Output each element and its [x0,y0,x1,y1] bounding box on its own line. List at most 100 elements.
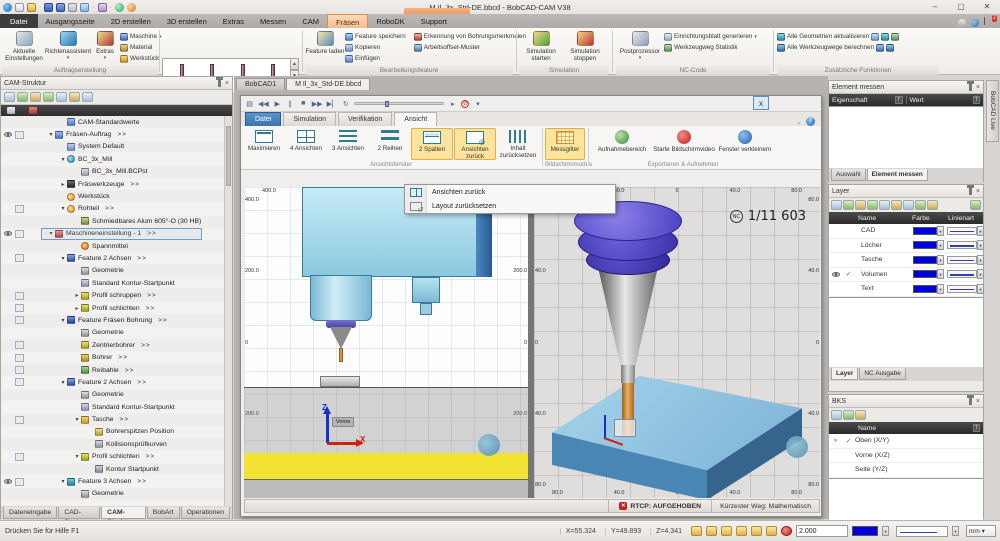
color-dropdown-arrow[interactable]: ▾ [937,226,944,236]
layer-row[interactable]: Text ▾ ▾ [829,282,983,297]
tree-row[interactable]: ▾ Fräsen-Auftrag >> [1,128,232,140]
tree-row[interactable]: ▾ Profil schlichten >> [1,451,232,463]
scrollbar-thumb[interactable] [226,126,231,186]
werkstueck-button[interactable]: Werkstück [120,54,161,64]
messgitter-button[interactable]: Messgitter [545,128,585,160]
layer-tool-icon-2[interactable] [843,200,854,210]
state-gutter[interactable] [15,292,29,300]
expand-arrow[interactable]: ▸ [59,181,67,188]
color-dropdown-arrow[interactable]: ▾ [937,269,944,279]
tree-row[interactable]: Zentrierbohrer >> [1,339,232,351]
close-panel-icon[interactable]: × [225,80,229,87]
tree-row[interactable]: Geometrie [1,389,232,401]
pin-icon[interactable] [969,84,972,91]
tree-tool-icon-6[interactable] [69,92,80,102]
tree-row[interactable]: Schmiedbares Alum 605°-O (30 HB) [1,215,232,227]
layer-color-swatch[interactable] [913,241,937,249]
layer-color-swatch[interactable] [913,270,937,278]
expand-arrow[interactable]: ▾ [73,453,81,460]
bks-row[interactable]: Vorne (X/Z) [829,449,983,464]
sim-tab[interactable]: Ansicht [394,112,437,126]
color-dropdown-arrow[interactable]: ▾ [882,526,889,536]
layer-color-swatch[interactable] [913,285,937,293]
einrichtungsblatt-button[interactable]: Einrichtungsblatt generieren▾ [664,32,757,42]
postprozessor-button[interactable]: Postprozessor▾ [616,30,664,62]
tree-row[interactable]: Spannmittel [1,240,232,252]
panel-tab[interactable]: Layer [831,368,858,380]
color-dropdown-arrow[interactable]: ▾ [937,284,944,294]
more-icon[interactable]: ▾ [473,100,482,108]
filter-icon[interactable]: T [973,96,980,104]
front-viewport[interactable]: 400.0200.00200.0400.0 400.0200.00200.040… [244,187,528,498]
tree-item-more[interactable]: >> [147,230,157,237]
sim-close-button[interactable]: x [753,96,769,110]
tree-row[interactable]: ▾ Rohteil >> [1,203,232,215]
tree-item-more[interactable]: >> [120,416,130,423]
expand-arrow[interactable]: ▾ [59,317,67,324]
panel-tab[interactable]: Auswahl [831,169,866,181]
expand-arrow[interactable]: ▾ [59,478,67,485]
layer-tool-icon-6[interactable] [891,200,902,210]
play-icon[interactable]: ▶ [273,100,282,108]
online-status-icon[interactable] [971,19,979,27]
tree-item-more[interactable]: >> [125,367,135,374]
iso-viewport[interactable]: 80.040.0040.080.0 80.040.0040.080.0 80.0… [534,187,820,498]
ribbon-tab[interactable]: Support [413,14,455,28]
state-gutter[interactable] [15,205,29,213]
state-gutter[interactable] [15,316,29,324]
visibility-gutter[interactable] [1,479,15,484]
tree-item-more[interactable]: >> [158,317,168,324]
ribbon-tab[interactable]: CAM [294,14,327,28]
color-dropdown-arrow[interactable]: ▾ [937,255,944,265]
color-dropdown-arrow[interactable]: ▾ [937,240,944,250]
layer-row[interactable]: Tasche ▾ ▾ [829,253,983,268]
sim-tab[interactable]: Verifikation [338,112,392,126]
tree-row[interactable]: ▾ Feature 2 Achsen >> [1,252,232,264]
filter-icon[interactable]: T [973,424,980,432]
layer-eye-cell[interactable] [829,272,842,277]
tree-row[interactable]: CAM-Standardwerte [1,116,232,128]
panel-tab[interactable]: NC Ausgabe [859,368,906,380]
tree-item-more[interactable]: >> [137,255,147,262]
help-question-icon[interactable] [781,526,792,536]
tree-row[interactable]: ▾ Feature 2 Achsen >> [1,376,232,388]
layer-tool-icon-4[interactable] [867,200,878,210]
document-tab[interactable]: BobCAD1 [236,78,285,90]
expand-arrow[interactable]: ▾ [73,416,81,423]
simulation-starten-button[interactable]: Simulation starten [519,30,563,62]
state-gutter[interactable] [15,131,29,139]
skip-end-icon[interactable]: ▶▏ [327,100,338,108]
snap-icon-1[interactable] [691,526,702,536]
arbeitsoffset-button[interactable]: Arbeitsoffset-Muster [414,43,526,53]
ribbon-tab[interactable]: 3D erstellen [159,14,215,28]
ribbon-tab[interactable]: Ausgangsseite [38,14,103,28]
step-back-icon[interactable]: ◀◀ [258,100,269,108]
tree-tool-icon-3[interactable] [30,92,41,102]
bks-row[interactable]: » ✓ Oben (X/Y) [829,434,983,449]
layer-row[interactable]: ✓ Volumen ▾ ▾ [829,268,983,283]
pin-icon[interactable] [218,80,221,87]
zwei-reihen-button[interactable]: 2 Reihen [369,128,411,160]
tree-row[interactable]: ▸ Fräswerkzeuge >> [1,178,232,190]
menu-item-layout-zuruecksetzen[interactable]: Layout zurücksetzen [405,199,615,213]
bohrungsmerkmale-button[interactable]: Erkennung von Bohrungsmerkmalen [414,32,526,42]
fast-forward-icon[interactable]: ▶▶ [312,100,323,108]
state-gutter[interactable] [15,230,29,238]
tree-row[interactable]: ▾ Feature Fräsen Bohrung >> [1,314,232,326]
layer-tool-icon-9[interactable] [927,200,938,210]
tree-tool-icon-1[interactable] [4,92,15,102]
visibility-gutter[interactable] [1,132,15,137]
layer-tool-icon-3[interactable] [855,200,866,210]
ribbon-tab[interactable]: RoboDK [368,14,412,28]
expand-arrow[interactable]: ▾ [47,131,55,138]
sim-tab[interactable]: Simulation [283,112,336,126]
extra-icon-5[interactable] [886,44,894,52]
tree-item-more[interactable]: >> [146,305,156,312]
tree-tool-icon-7[interactable] [82,92,93,102]
ribbon-tab[interactable]: Datei [0,14,38,28]
playlist-icon[interactable]: ▤ [245,100,254,108]
tree-row[interactable]: Kontur Startpunkt [1,463,232,475]
panel-tab[interactable]: Element messen [867,169,928,181]
bks-tool-icon-1[interactable] [831,410,842,420]
extra-icon-2[interactable] [881,33,889,41]
